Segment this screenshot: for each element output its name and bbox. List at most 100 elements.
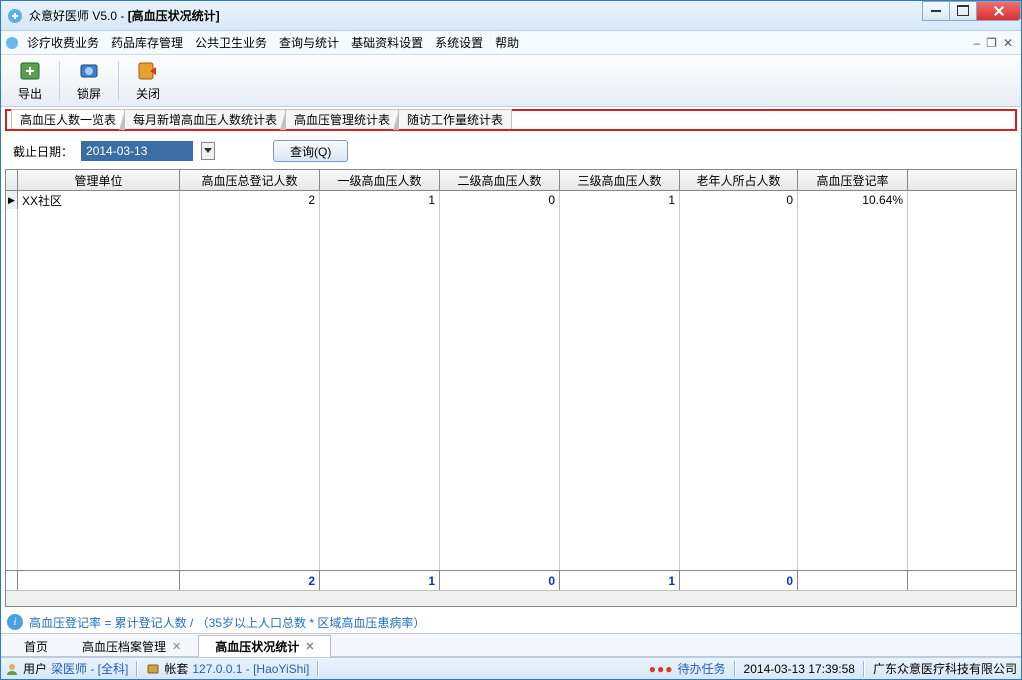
cell-unit: XX社区 — [18, 191, 180, 209]
doc-tab-stats[interactable]: 高血压状况统计 ✕ — [198, 635, 331, 657]
statusbar: 用户 梁医师 - [全科] 帐套 127.0.0.1 - [HaoYiShi] … — [1, 657, 1021, 679]
footer-cell: 0 — [680, 571, 798, 590]
statusbar-separator — [734, 661, 736, 677]
date-value: 2014-03-13 — [86, 144, 147, 158]
horizontal-scrollbar[interactable] — [6, 590, 1016, 606]
cell-rate: 10.64% — [798, 191, 908, 209]
maximize-button[interactable] — [949, 1, 977, 21]
menu-item[interactable]: 帮助 — [495, 34, 519, 51]
document-tabs: 首页 高血压档案管理 ✕ 高血压状况统计 ✕ — [1, 633, 1021, 657]
column-header[interactable]: 管理单位 — [18, 170, 180, 190]
cell-elderly: 0 — [680, 191, 798, 209]
menu-item[interactable]: 系统设置 — [435, 34, 483, 51]
window-close-button[interactable] — [976, 1, 1021, 21]
doc-tab-label: 首页 — [24, 638, 48, 655]
title-prefix: 众意好医师 V5.0 - — [29, 9, 128, 23]
lock-label: 锁屏 — [77, 85, 101, 102]
query-button[interactable]: 查询(Q) — [273, 140, 348, 162]
footer-indicator — [6, 571, 18, 590]
grid-empty-area — [6, 209, 1016, 570]
close-icon — [136, 59, 160, 83]
menu-item[interactable]: 诊疗收费业务 — [27, 34, 99, 51]
subtab[interactable]: 高血压人数一览表 — [11, 109, 125, 129]
minimize-button[interactable] — [922, 1, 950, 21]
export-icon — [18, 59, 42, 83]
cell-l3: 1 — [560, 191, 680, 209]
grid-header: 管理单位 高血压总登记人数 一级高血压人数 二级高血压人数 三级高血压人数 老年… — [6, 170, 1016, 191]
todo-indicator-icon: ●●● — [649, 662, 674, 676]
account-label: 帐套 — [164, 660, 188, 677]
export-button[interactable]: 导出 — [7, 58, 53, 104]
footer-cell — [18, 571, 180, 590]
table-row[interactable]: ▶ XX社区 2 1 0 1 0 10.64% — [6, 191, 1016, 209]
menu-item[interactable]: 基础资料设置 — [351, 34, 423, 51]
close-button[interactable]: 关闭 — [125, 58, 171, 104]
deadline-label: 截止日期： — [13, 143, 73, 160]
doc-tab-label: 高血压状况统计 — [215, 638, 299, 655]
user-label: 用户 — [23, 660, 47, 677]
footer-cell: 1 — [320, 571, 440, 590]
menubar-right: – ❐ ✕ — [973, 36, 1017, 50]
query-bar: 截止日期： 2014-03-13 查询(Q) — [1, 137, 1021, 165]
subtabs-row: 高血压人数一览表 每月新增高血压人数统计表 高血压管理统计表 随访工作量统计表 — [5, 109, 1017, 131]
company-name: 广东众意医疗科技有限公司 — [873, 660, 1017, 677]
column-header[interactable]: 三级高血压人数 — [560, 170, 680, 190]
toolbar-separator — [59, 61, 60, 101]
titlebar: 众意好医师 V5.0 - [高血压状况统计] — [1, 1, 1021, 31]
statusbar-separator — [863, 661, 865, 677]
footer-cell: 2 — [180, 571, 320, 590]
lock-button[interactable]: 锁屏 — [66, 58, 112, 104]
cell-l1: 1 — [320, 191, 440, 209]
row-indicator: ▶ — [6, 191, 18, 209]
subtab[interactable]: 随访工作量统计表 — [398, 109, 512, 129]
column-header[interactable]: 高血压登记率 — [798, 170, 908, 190]
lock-icon — [77, 59, 101, 83]
export-label: 导出 — [18, 85, 42, 102]
menu-item[interactable]: 公共卫生业务 — [195, 34, 267, 51]
column-header[interactable]: 老年人所占人数 — [680, 170, 798, 190]
cell-l2: 0 — [440, 191, 560, 209]
account-value[interactable]: 127.0.0.1 - [HaoYiShi] — [192, 662, 309, 676]
account-icon — [146, 662, 160, 676]
menubar: 诊疗收费业务 药品库存管理 公共卫生业务 查询与统计 基础资料设置 系统设置 帮… — [1, 31, 1021, 55]
footer-cell: 1 — [560, 571, 680, 590]
footer-cell: 0 — [440, 571, 560, 590]
grid: 管理单位 高血压总登记人数 一级高血压人数 二级高血压人数 三级高血压人数 老年… — [5, 169, 1017, 607]
app-icon — [7, 8, 23, 24]
chevron-down-icon — [204, 148, 212, 154]
user-value[interactable]: 梁医师 - [全科] — [51, 660, 128, 677]
info-text: 高血压登记率 = 累计登记人数 / （35岁以上人口总数 * 区域高血压患病率） — [29, 614, 425, 631]
titlebar-text: 众意好医师 V5.0 - [高血压状况统计] — [29, 7, 220, 24]
date-input[interactable]: 2014-03-13 — [81, 141, 193, 161]
mdi-restore-button[interactable]: ❐ — [986, 36, 997, 50]
toolbar: 导出 锁屏 关闭 — [1, 55, 1021, 107]
cell-total: 2 — [180, 191, 320, 209]
grid-body: ▶ XX社区 2 1 0 1 0 10.64% — [6, 191, 1016, 570]
datetime: 2014-03-13 17:39:58 — [744, 662, 855, 676]
menu-item[interactable]: 查询与统计 — [279, 34, 339, 51]
doc-tab-home[interactable]: 首页 — [7, 635, 65, 657]
date-dropdown-button[interactable] — [201, 142, 215, 160]
title-doc: [高血压状况统计] — [128, 9, 220, 23]
todo-link[interactable]: 待办任务 — [678, 660, 726, 677]
statusbar-separator — [317, 661, 319, 677]
row-indicator-header — [6, 170, 18, 190]
subtab[interactable]: 每月新增高血压人数统计表 — [124, 109, 286, 129]
doc-tab-archive[interactable]: 高血压档案管理 ✕ — [65, 635, 198, 657]
doc-tab-label: 高血压档案管理 — [82, 638, 166, 655]
menu-item[interactable]: 药品库存管理 — [111, 34, 183, 51]
column-header[interactable]: 高血压总登记人数 — [180, 170, 320, 190]
tab-close-icon[interactable]: ✕ — [305, 640, 314, 653]
column-header[interactable]: 二级高血压人数 — [440, 170, 560, 190]
info-icon: i — [7, 614, 23, 630]
column-header[interactable]: 一级高血压人数 — [320, 170, 440, 190]
menubar-icon — [5, 36, 19, 50]
grid-footer: 2 1 0 1 0 — [6, 570, 1016, 590]
mdi-close-button[interactable]: ✕ — [1003, 36, 1013, 50]
toolbar-separator — [118, 61, 119, 101]
subtab[interactable]: 高血压管理统计表 — [285, 109, 399, 129]
info-bar: i 高血压登记率 = 累计登记人数 / （35岁以上人口总数 * 区域高血压患病… — [1, 611, 1021, 633]
mdi-minimize-button[interactable]: – — [973, 36, 980, 50]
footer-cell — [798, 571, 908, 590]
tab-close-icon[interactable]: ✕ — [172, 640, 181, 653]
